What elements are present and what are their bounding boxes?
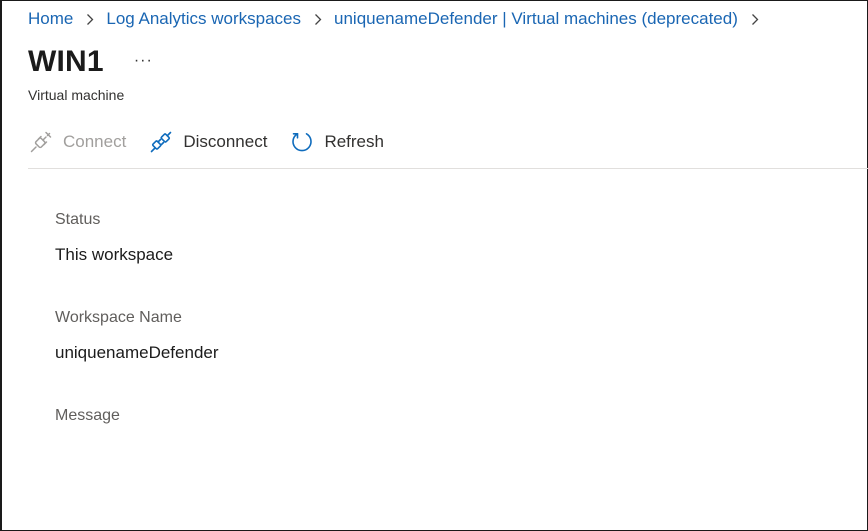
breadcrumb: Home Log Analytics workspaces uniquename… bbox=[28, 9, 771, 29]
refresh-button[interactable]: Refresh bbox=[289, 129, 384, 155]
window-frame: Home Log Analytics workspaces uniquename… bbox=[0, 0, 868, 531]
command-bar: Connect Disconnect Refresh bbox=[28, 129, 406, 155]
connect-label: Connect bbox=[63, 132, 127, 151]
chevron-right-icon bbox=[314, 13, 322, 26]
refresh-icon bbox=[289, 129, 315, 155]
title-row: WIN1 ··· bbox=[28, 45, 153, 79]
workspace-name-value: uniquenameDefender bbox=[55, 343, 219, 362]
plug-disconnect-icon bbox=[148, 129, 174, 155]
disconnect-label: Disconnect bbox=[183, 132, 268, 151]
plug-connect-icon bbox=[28, 129, 54, 155]
more-options-button[interactable]: ··· bbox=[134, 52, 153, 70]
page-title: WIN1 bbox=[28, 45, 104, 78]
page-subtitle: Virtual machine bbox=[28, 87, 125, 103]
breadcrumb-workspace-virtual-machines[interactable]: uniquenameDefender | Virtual machines (d… bbox=[334, 9, 738, 29]
connect-button[interactable]: Connect bbox=[28, 129, 126, 155]
chevron-right-icon bbox=[751, 13, 759, 26]
breadcrumb-home[interactable]: Home bbox=[28, 9, 73, 29]
workspace-name-label: Workspace Name bbox=[55, 309, 182, 326]
status-value: This workspace bbox=[55, 245, 174, 264]
toolbar-divider bbox=[28, 168, 868, 169]
chevron-right-icon bbox=[86, 13, 94, 26]
status-label: Status bbox=[55, 211, 101, 228]
disconnect-button[interactable]: Disconnect bbox=[148, 129, 267, 155]
breadcrumb-log-analytics-workspaces[interactable]: Log Analytics workspaces bbox=[106, 9, 301, 29]
refresh-label: Refresh bbox=[324, 132, 384, 151]
message-label: Message bbox=[55, 407, 120, 424]
